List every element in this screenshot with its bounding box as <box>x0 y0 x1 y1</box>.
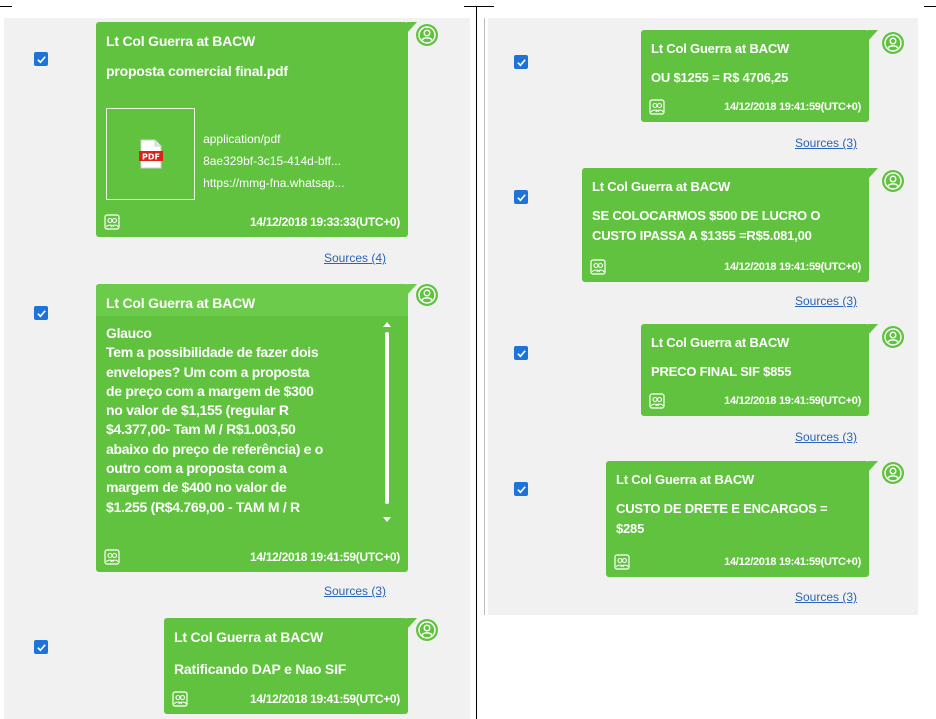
scroll-up-arrow-icon[interactable] <box>383 322 391 327</box>
message-text: Ratificando DAP e Nao SIF <box>174 661 347 677</box>
group-chat-icon <box>614 554 630 570</box>
message-timestamp: 14/12/2018 19:41:59(UTC+0) <box>724 556 861 568</box>
message-bubble[interactable]: Lt Col Guerra at BACW SE COLOCARMOS $500… <box>582 168 878 282</box>
message-bubble[interactable]: Lt Col Guerra at BACW PRECO FINAL SIF $8… <box>641 324 878 416</box>
group-chat-icon <box>649 393 665 409</box>
message-list-left[interactable]: Lt Col Guerra at BACW proposta comercial… <box>4 18 470 719</box>
attachment-id: 8ae329bf-3c15-414d-bff... <box>203 154 341 168</box>
message-text: proposta comercial final.pdf <box>106 63 288 79</box>
contact-avatar-icon <box>882 170 904 192</box>
message-scrollbar[interactable] <box>383 322 391 522</box>
group-chat-icon <box>172 691 188 707</box>
contact-avatar-icon <box>882 462 904 484</box>
attachment-url[interactable]: https://mmg-fna.whatsap... <box>203 172 396 194</box>
checkmark-icon <box>36 309 46 317</box>
checkmark-icon <box>516 485 526 493</box>
checkmark-icon <box>516 58 526 66</box>
message-timestamp: 14/12/2018 19:41:59(UTC+0) <box>250 550 400 564</box>
pdf-attachment[interactable]: PDF application/pdf 8ae329bf-3c15-414d-b… <box>106 108 396 200</box>
group-chat-icon <box>649 99 665 115</box>
top-border-line-right <box>924 6 936 7</box>
checkmark-icon <box>36 643 46 651</box>
column-divider-left <box>476 6 477 719</box>
message-timestamp: 14/12/2018 19:41:59(UTC+0) <box>250 692 400 706</box>
message-list-right[interactable]: Lt Col Guerra at BACW OU $1255 = R$ 4706… <box>488 18 918 615</box>
select-checkbox[interactable] <box>34 306 48 320</box>
contact-avatar-icon <box>882 32 904 54</box>
message-timestamp: 14/12/2018 19:33:33(UTC+0) <box>250 215 400 229</box>
group-chat-icon <box>104 549 120 565</box>
scroll-thumb[interactable] <box>385 332 389 504</box>
top-border-line-middle <box>464 6 494 7</box>
attachment-thumbnail[interactable]: PDF <box>106 108 196 200</box>
message-sender: Lt Col Guerra at BACW <box>651 335 790 350</box>
message-text: CUSTO DE DRETE E ENCARGOS = $285 <box>616 501 828 536</box>
message-sender: Lt Col Guerra at BACW <box>174 629 324 645</box>
attachment-mime: application/pdf <box>203 132 281 146</box>
message-text: OU $1255 = R$ 4706,25 <box>651 70 789 85</box>
scroll-down-arrow-icon[interactable] <box>383 517 391 522</box>
select-checkbox[interactable] <box>34 640 48 654</box>
select-checkbox[interactable] <box>514 346 528 360</box>
select-checkbox[interactable] <box>34 52 48 66</box>
contact-avatar-icon <box>882 326 904 348</box>
checkmark-icon <box>36 55 46 63</box>
message-timestamp: 14/12/2018 19:41:59(UTC+0) <box>724 261 861 273</box>
select-checkbox[interactable] <box>514 482 528 496</box>
message-bubble[interactable]: Lt Col Guerra at BACW Ratificando DAP e … <box>164 618 417 714</box>
sources-link[interactable]: Sources (3) <box>795 430 857 444</box>
column-divider-right <box>484 18 485 615</box>
message-text[interactable]: Glauco Tem a possibilidade de fazer dois… <box>106 324 376 522</box>
message-bubble[interactable]: Lt Col Guerra at BACW CUSTO DE DRETE E E… <box>606 461 878 577</box>
top-border-line-left <box>0 6 12 7</box>
contact-avatar-icon <box>416 619 438 641</box>
message-sender: Lt Col Guerra at BACW <box>651 41 790 56</box>
message-timestamp: 14/12/2018 19:41:59(UTC+0) <box>724 101 861 113</box>
message-bubble[interactable]: Lt Col Guerra at BACW proposta comercial… <box>96 22 417 237</box>
message-sender: Lt Col Guerra at BACW <box>592 179 731 194</box>
select-checkbox[interactable] <box>514 55 528 69</box>
sources-link[interactable]: Sources (3) <box>795 294 857 308</box>
svg-text:PDF: PDF <box>142 153 160 162</box>
message-text: SE COLOCARMOS $500 DE LUCRO O CUSTO IPAS… <box>592 208 821 243</box>
sources-link[interactable]: Sources (3) <box>795 136 857 150</box>
message-timestamp: 14/12/2018 19:41:59(UTC+0) <box>724 395 861 407</box>
message-bubble[interactable]: Lt Col Guerra at BACW OU $1255 = R$ 4706… <box>641 30 878 122</box>
group-chat-icon <box>590 259 606 275</box>
sources-link[interactable]: Sources (3) <box>795 590 857 604</box>
checkmark-icon <box>516 193 526 201</box>
contact-avatar-icon <box>416 284 438 306</box>
message-sender: Lt Col Guerra at BACW <box>106 295 256 311</box>
message-text: PRECO FINAL SIF $855 <box>651 364 792 379</box>
checkmark-icon <box>516 349 526 357</box>
message-sender: Lt Col Guerra at BACW <box>616 472 755 487</box>
message-sender: Lt Col Guerra at BACW <box>106 33 256 49</box>
sources-link[interactable]: Sources (3) <box>324 584 386 598</box>
group-chat-icon <box>104 214 120 230</box>
contact-avatar-icon <box>416 24 438 46</box>
message-bubble[interactable]: Lt Col Guerra at BACW Glauco Tem a possi… <box>96 284 417 572</box>
sources-link[interactable]: Sources (4) <box>324 251 386 265</box>
select-checkbox[interactable] <box>514 190 528 204</box>
pdf-icon: PDF <box>138 139 163 169</box>
